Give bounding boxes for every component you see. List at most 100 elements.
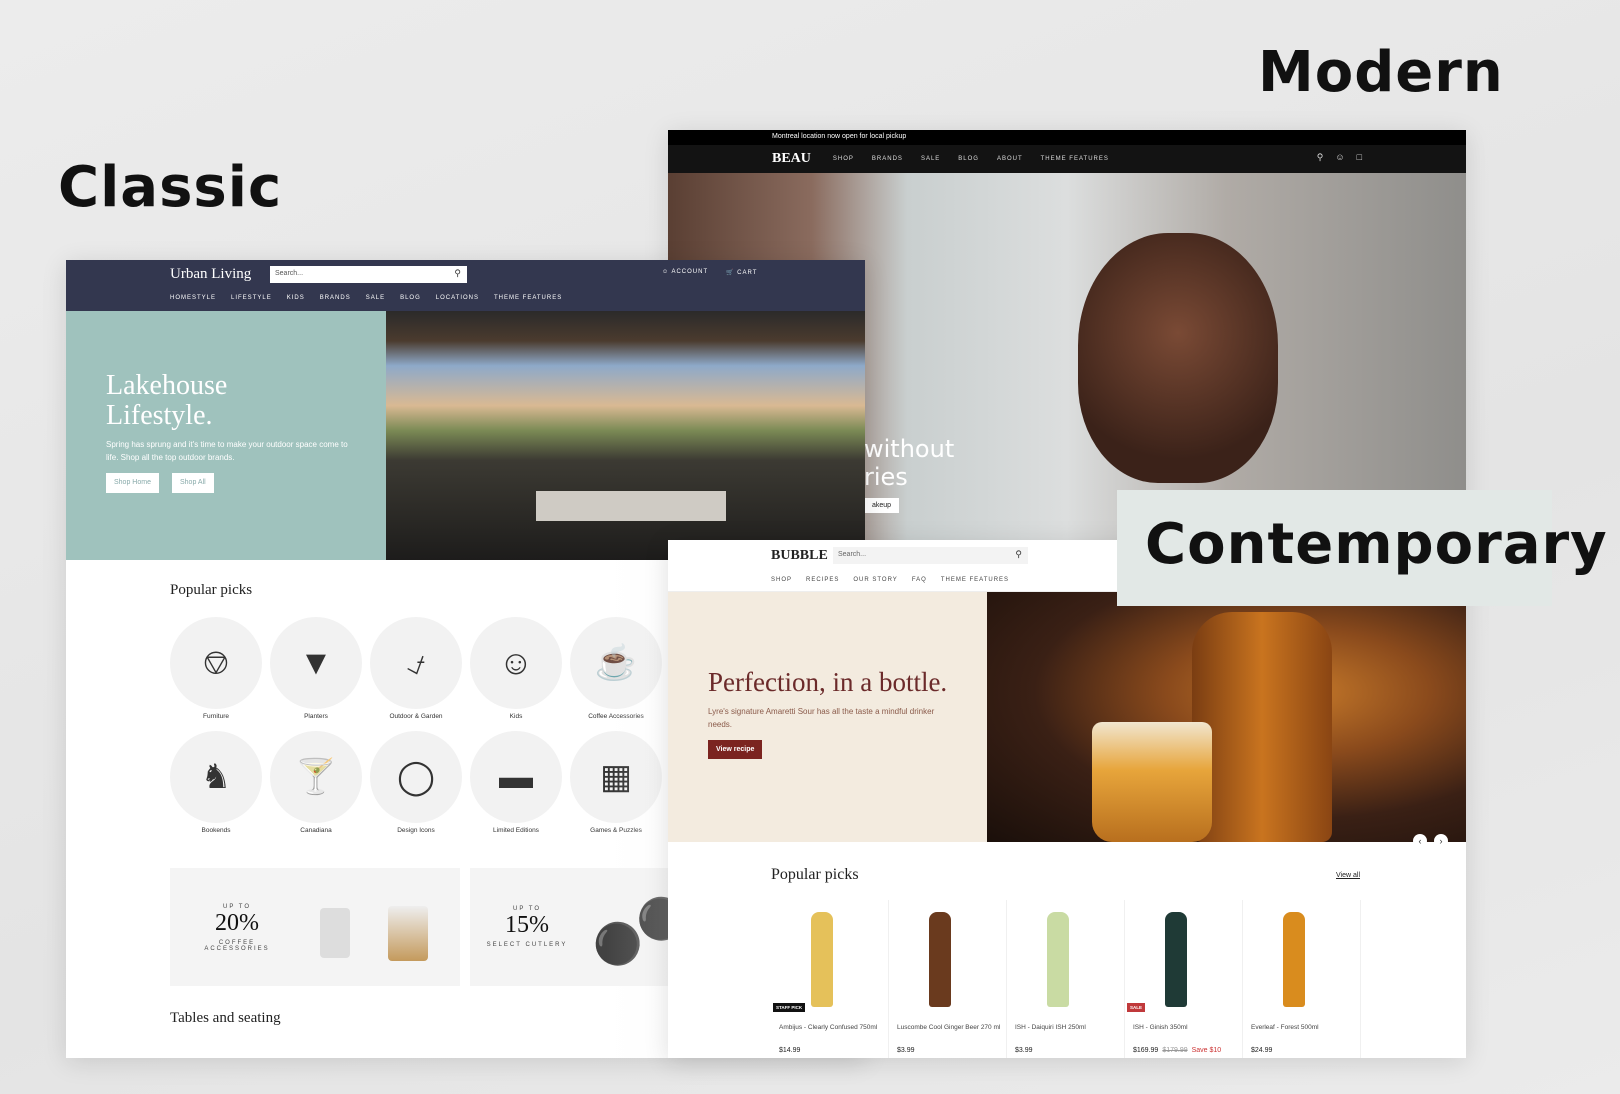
modern-hero-heading: without ries (864, 435, 955, 491)
product-price: $3.99 (1015, 1047, 1033, 1054)
nav-about[interactable]: ABOUT (997, 156, 1023, 162)
nav-theme-features[interactable]: THEME FEATURES (941, 577, 1009, 583)
nav-faq[interactable]: FAQ (912, 577, 927, 583)
nav-our-story[interactable]: OUR STORY (853, 577, 897, 583)
category-image: ▼ (270, 617, 362, 709)
category-item[interactable]: ⎊ Furniture (170, 617, 262, 720)
category-item[interactable]: ▼ Planters (270, 617, 362, 720)
nav-theme-features[interactable]: THEME FEATURES (1041, 156, 1109, 162)
category-item[interactable]: ⍻ Outdoor & Garden (370, 617, 462, 720)
prev-slide-arrow-icon[interactable]: ‹ (1413, 834, 1427, 848)
category-item[interactable]: 🍸 Canadiana (270, 731, 362, 834)
classic-header: Urban Living Search... ⚲ ☺ ACCOUNT 🛒 CAR… (66, 260, 865, 311)
category-label: Design Icons (397, 827, 435, 834)
product-card[interactable]: SALE ISH - Ginish 350ml $169.99 $179.99 Save… (1125, 900, 1243, 1058)
model-portrait (1078, 233, 1278, 483)
product-price: $169.99 $179.99 Save $10 (1133, 1047, 1222, 1054)
classic-nav: HOMESTYLE LIFESTYLE KIDS BRANDS SALE BLO… (170, 295, 562, 301)
nav-sale[interactable]: SALE (921, 156, 940, 162)
product-badge: STAFF PICK (773, 1003, 806, 1012)
view-all-link[interactable]: View all (1336, 872, 1360, 879)
bag-icon[interactable]: □ (1357, 152, 1362, 163)
cart-link[interactable]: 🛒 CART (726, 269, 757, 276)
category-image: ⎊ (170, 617, 262, 709)
category-label: Kids (509, 713, 523, 720)
product-price: $24.99 (1251, 1047, 1273, 1054)
modern-hero-button[interactable]: akeup (864, 498, 900, 513)
category-label: Canadiana (300, 827, 332, 834)
nav-brands[interactable]: BRANDS (320, 295, 351, 301)
next-slide-arrow-icon[interactable]: › (1434, 834, 1448, 848)
product-card[interactable]: Everleaf - Forest 500ml $24.99 (1243, 900, 1361, 1058)
category-image: ▬ (470, 731, 562, 823)
product-name: ISH - Daiquiri ISH 250ml (1015, 1024, 1086, 1031)
nav-shop[interactable]: SHOP (833, 156, 854, 162)
nav-blog[interactable]: BLOG (400, 295, 421, 301)
promo-coffee[interactable]: UP TO 20% COFFEE ACCESSORIES (170, 868, 460, 986)
nav-kids[interactable]: KIDS (287, 295, 305, 301)
contemporary-hero-title: Perfection, in a bottle. (708, 667, 948, 697)
cart-label: CART (737, 270, 758, 276)
contemporary-hero: Perfection, in a bottle. Lyre's signatur… (668, 592, 1466, 848)
modern-label: Modern (1258, 40, 1504, 105)
beau-logo[interactable]: BEAU (772, 151, 811, 167)
category-item[interactable]: ♞ Bookends (170, 731, 262, 834)
classic-hero-subtitle: Spring has sprung and it's time to make … (106, 440, 348, 462)
promo-percent: 15% (505, 912, 549, 938)
category-label: Furniture (202, 713, 229, 720)
view-recipe-button[interactable]: View recipe (708, 740, 763, 759)
nav-homestyle[interactable]: HOMESTYLE (170, 295, 216, 301)
product-image (1283, 912, 1305, 1007)
shop-home-button[interactable]: Shop Home (106, 473, 159, 493)
category-item[interactable]: ☺ Kids (470, 617, 562, 720)
product-image (1165, 912, 1187, 1007)
nav-recipes[interactable]: RECIPES (806, 577, 839, 583)
search-icon[interactable]: ⚲ (1015, 549, 1022, 560)
nav-blog[interactable]: BLOG (958, 156, 979, 162)
product-price: $3.99 (897, 1047, 915, 1054)
product-badge: SALE (1127, 1003, 1146, 1012)
contemporary-hero-subtitle: Lyre's signature Amaretti Sour has all t… (708, 707, 935, 729)
product-card[interactable]: Luscombe Cool Ginger Beer 270 ml $3.99 (889, 900, 1007, 1058)
promo-category: COFFEE ACCESSORIES (204, 940, 270, 952)
classic-hero-title: Lakehouse Lifestyle. (106, 370, 228, 431)
tables-seating-heading: Tables and seating (170, 1010, 281, 1026)
bottle-image (1192, 612, 1332, 842)
product-image (929, 912, 951, 1007)
category-label: Limited Editions (493, 827, 539, 834)
category-label: Outdoor & Garden (389, 713, 443, 720)
product-name: ISH - Ginish 350ml (1133, 1024, 1188, 1031)
category-image: ⍻ (370, 617, 462, 709)
search-input[interactable]: Search... ⚲ (270, 266, 467, 283)
nav-lifestyle[interactable]: LIFESTYLE (231, 295, 272, 301)
shop-all-button[interactable]: Shop All (172, 473, 214, 493)
contemporary-theme-preview: BUBBLE Search... ⚲ SHOP RECIPES OUR STOR… (668, 540, 1466, 1058)
category-item[interactable]: ▬ Limited Editions (470, 731, 562, 834)
classic-hero: Lakehouse Lifestyle. Spring has sprung a… (66, 311, 865, 560)
urban-living-logo[interactable]: Urban Living (170, 266, 251, 283)
category-item[interactable]: ◯ Design Icons (370, 731, 462, 834)
product-image (811, 912, 833, 1007)
nav-brands[interactable]: BRANDS (872, 156, 903, 162)
product-card[interactable]: ISH - Daiquiri ISH 250ml $3.99 (1007, 900, 1125, 1058)
product-card[interactable]: STAFF PICK Ambijus - Clearly Confused 750… (771, 900, 889, 1058)
account-link[interactable]: ☺ ACCOUNT (662, 269, 708, 275)
category-image: ◯ (370, 731, 462, 823)
nav-locations[interactable]: LOCATIONS (436, 295, 479, 301)
bubble-logo[interactable]: BUBBLE (771, 548, 828, 564)
product-savings: Save $10 (1191, 1047, 1222, 1054)
product-name: Ambijus - Clearly Confused 750ml (779, 1024, 878, 1031)
patio-table (536, 491, 726, 521)
nav-sale[interactable]: SALE (366, 295, 385, 301)
nav-shop[interactable]: SHOP (771, 577, 792, 583)
category-image: ♞ (170, 731, 262, 823)
nav-theme-features[interactable]: THEME FEATURES (494, 295, 562, 301)
search-icon[interactable]: ⚲ (454, 268, 461, 279)
account-icon[interactable]: ☺ (1335, 152, 1344, 163)
promo-percent: 20% (215, 910, 259, 936)
search-icon[interactable]: ⚲ (1317, 152, 1324, 163)
product-image (1047, 912, 1069, 1007)
category-label: Bookends (201, 827, 231, 834)
search-input[interactable]: Search... ⚲ (833, 547, 1028, 564)
product-was-price: $179.99 (1162, 1047, 1188, 1054)
